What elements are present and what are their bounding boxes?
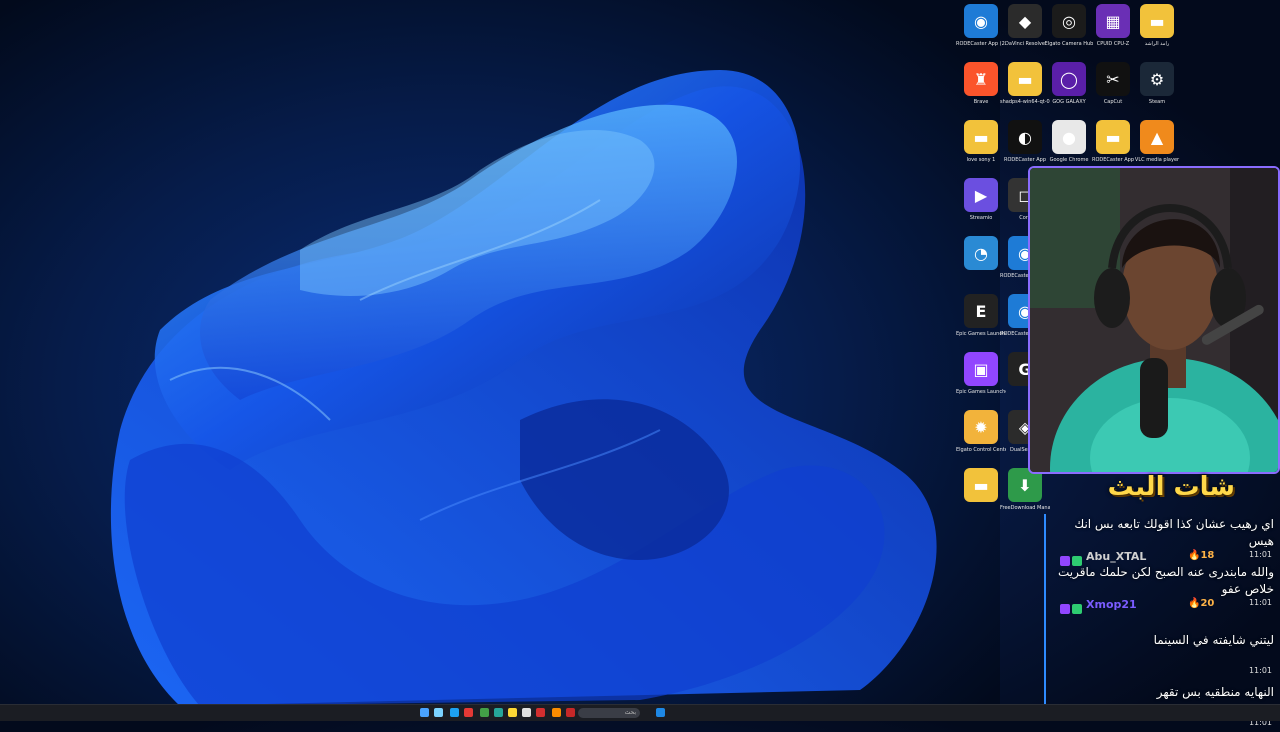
desktop-shortcut-label: CPUID CPU-Z [1096, 41, 1130, 47]
desktop-shortcut-label: Google Chrome [1049, 157, 1089, 163]
desktop-shortcut[interactable]: ⬇FreeDownload Manager [1000, 468, 1050, 524]
chrome-icon[interactable] [522, 708, 531, 717]
desktop-shortcut[interactable]: ▬ رامد الراشد [1132, 4, 1182, 60]
desktop-shortcut-label: GOG GALAXY [1052, 99, 1086, 105]
stremio-icon: ▶ [964, 178, 998, 212]
desktop-shortcut-label: Epic Games Launcher [956, 389, 1006, 395]
steam-icon: ⚙ [1140, 62, 1174, 96]
folder-icon: ▬ [1008, 62, 1042, 96]
taskbar-search[interactable]: بحث [578, 708, 640, 718]
start-icon[interactable] [420, 708, 429, 717]
desktop-shortcut-label: Elgato Control Center [956, 447, 1006, 453]
copilot-icon[interactable] [434, 708, 443, 717]
stream-chat: اي رهيب عشان كذا اقولك تابعه بس انك هيس 1… [1044, 514, 1274, 727]
desktop-shortcut-label: Elgato Camera Hub [1044, 41, 1094, 47]
desktop-shortcut[interactable]: ⚙ Steam [1132, 62, 1182, 118]
streamer-avatar [1030, 168, 1278, 472]
desktop-shortcut[interactable]: ◯ GOG GALAXY [1044, 62, 1094, 118]
chat-title: شات البث [1107, 472, 1235, 502]
desktop-shortcut[interactable]: ✂ CapCut [1088, 62, 1138, 118]
desktop-shortcut-label: RODECaster App [1091, 157, 1135, 163]
desktop-shortcut-label: FreeDownload Manager [1000, 505, 1050, 511]
app-blue-icon[interactable] [656, 708, 665, 717]
chat-message: ليتني شايفته في السينما [1153, 633, 1274, 647]
elgato-control-icon: ✹ [964, 410, 998, 444]
desktop-shortcut[interactable]: ▬ [956, 468, 1006, 524]
chat-badges [1060, 551, 1084, 566]
chrome-icon: ● [1052, 120, 1086, 154]
desktop-shortcut-label: CapCut [1103, 99, 1123, 105]
badge-icon [1072, 604, 1082, 614]
desktop-shortcut[interactable]: E Epic Games Launcher [956, 294, 1006, 350]
rodecaster-icon: ◉ [964, 4, 998, 38]
epic-games-icon: E [964, 294, 998, 328]
chat-points: 🔥18 [1188, 550, 1215, 561]
desktop-shortcut[interactable]: ▬ shadps4-win64-qt-0.4.0 [1000, 62, 1050, 118]
capcut-icon: ✂ [1096, 62, 1130, 96]
desktop-shortcut[interactable]: ▣ Epic Games Launcher [956, 352, 1006, 408]
app-icon: ◔ [964, 236, 998, 270]
chat-username[interactable]: Xmop21 [1086, 598, 1137, 611]
chat-badges [1060, 599, 1084, 614]
desktop-shortcut-label: Streamio [969, 215, 993, 221]
desktop-shortcut-label: رامد الراشد [1144, 41, 1170, 47]
app-red3-icon[interactable] [566, 708, 575, 717]
desktop-shortcut-label: Brave [973, 99, 989, 105]
chat-message: النهايه منطقيه بس تقهر [1156, 685, 1274, 699]
elgato-camera-hub-icon: ◎ [1052, 4, 1086, 38]
brave-icon: ♜ [964, 62, 998, 96]
desktop-shortcut-label: DaVinci Resolve [1005, 41, 1045, 47]
folder-icon: ▬ [1096, 120, 1130, 154]
app-green-icon[interactable] [480, 708, 489, 717]
app-orange-icon[interactable] [552, 708, 561, 717]
desktop-shortcut[interactable]: ◆ DaVinci Resolve [1000, 4, 1050, 60]
cpuz-icon: ▦ [1096, 4, 1130, 38]
desktop-shortcut[interactable]: ◎ Elgato Camera Hub [1044, 4, 1094, 60]
desktop-shortcut-label: RODECaster App [1003, 157, 1047, 163]
desktop-wallpaper [0, 0, 1000, 706]
twitch-studio-icon: ▣ [964, 352, 998, 386]
desktop-shortcut[interactable]: ▬ love sony 1 [956, 120, 1006, 176]
desktop-shortcut-label: RODECaster App (2.0.777) - نسخة [956, 41, 1006, 47]
desktop-shortcut[interactable]: ▦ CPUID CPU-Z [1088, 4, 1138, 60]
desktop-shortcut-label: Epic Games Launcher [956, 331, 1006, 337]
desktop-shortcut-label: Steam [1148, 99, 1166, 105]
chat-message-meta: 11:01 Xmop21 🔥20 [1050, 598, 1274, 614]
desktop-shortcut[interactable]: ♜ Brave [956, 62, 1006, 118]
taskbar: بحث [0, 704, 1280, 721]
chat-timestamp: 11:01 [1248, 598, 1272, 607]
folder-icon: ▬ [1140, 4, 1174, 38]
desktop-shortcut[interactable]: ◉ RODECaster App (2.0.777) - نسخة [956, 4, 1006, 60]
folder-icon: ▬ [964, 468, 998, 502]
app-yellow-icon[interactable] [508, 708, 517, 717]
chat-message: والله مابندرى عنه الصبح لكن حلمك ماقريت … [1057, 565, 1274, 596]
desktop-shortcut-label: VLC media player [1134, 157, 1180, 163]
app-red2-icon[interactable] [536, 708, 545, 717]
app-teal-icon[interactable] [494, 708, 503, 717]
rodecaster-app-icon: ◐ [1008, 120, 1042, 154]
desktop-shortcut[interactable]: ◔ [956, 236, 1006, 292]
desktop-shortcut[interactable]: ✹ Elgato Control Center [956, 410, 1006, 466]
webcam-overlay [1028, 166, 1280, 474]
chat-message-meta: 11:01 [1050, 666, 1274, 680]
chat-username[interactable]: Abu_XTAL [1086, 550, 1146, 563]
folder-icon: ▬ [964, 120, 998, 154]
gog-galaxy-icon: ◯ [1052, 62, 1086, 96]
chat-message: اي رهيب عشان كذا اقولك تابعه بس انك هيس [1074, 517, 1274, 548]
davinci-resolve-icon: ◆ [1008, 4, 1042, 38]
vlc-icon: ▲ [1140, 120, 1174, 154]
edge-icon[interactable] [450, 708, 459, 717]
app-red-icon[interactable] [464, 708, 473, 717]
chat-timestamp: 11:01 [1248, 666, 1272, 675]
chat-timestamp: 11:01 [1248, 550, 1272, 559]
desktop-shortcut-label: shadps4-win64-qt-0.4.0 [1000, 99, 1050, 105]
chat-points: 🔥20 [1188, 598, 1215, 609]
desktop-shortcut-label: love sony 1 [966, 157, 996, 163]
badge-icon [1060, 604, 1070, 614]
chat-message-meta: 11:01 Abu_XTAL 🔥18 [1050, 550, 1274, 566]
desktop-shortcut[interactable]: ▶ Streamio [956, 178, 1006, 234]
